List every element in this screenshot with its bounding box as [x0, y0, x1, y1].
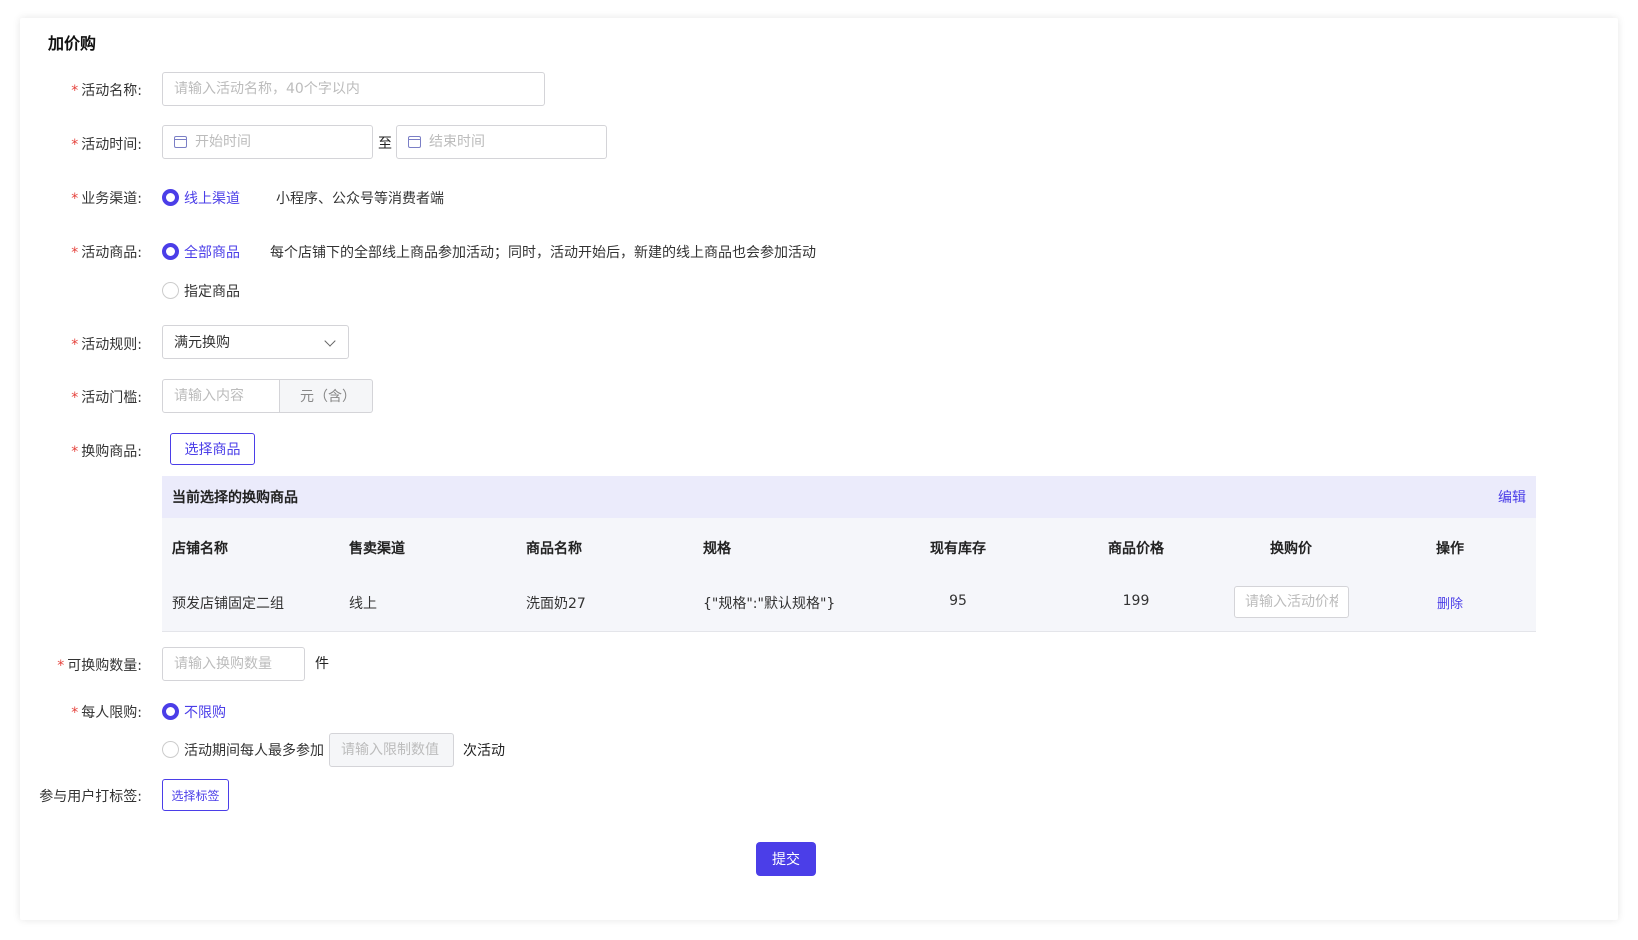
tags-label: 参与用户打标签: [39, 789, 142, 805]
cell-spec: {"规格":"默认规格"} [703, 596, 836, 612]
th-shop: 店铺名称 [172, 541, 228, 557]
delete-link[interactable]: 删除 [1437, 593, 1463, 612]
threshold-field[interactable] [162, 379, 280, 413]
th-product-name: 商品名称 [526, 541, 582, 557]
limit-none-radio[interactable] [162, 703, 179, 720]
th-spec: 规格 [703, 541, 731, 557]
quantity-label: * 可换购数量: [57, 658, 142, 674]
limit-max-label[interactable]: 活动期间每人最多参加 [184, 740, 324, 760]
rule-label: * 活动规则: [71, 337, 142, 353]
cell-product-name: 洗面奶27 [526, 596, 586, 612]
submit-button[interactable]: 提交 [756, 842, 816, 876]
limit-value-field[interactable] [329, 733, 454, 767]
edit-link[interactable]: 编辑 [1498, 487, 1526, 507]
table-title-bar: 当前选择的换购商品 编辑 [162, 476, 1536, 518]
exchange-goods-table: 当前选择的换购商品 编辑 店铺名称 售卖渠道 商品名称 规格 现有库存 商品价格… [162, 476, 1536, 632]
cell-stock: 95 [949, 593, 967, 609]
chevron-down-icon [324, 335, 336, 347]
quantity-input[interactable] [174, 656, 293, 672]
name-label: * 活动名称: [71, 83, 142, 99]
rule-select-value: 满元换购 [174, 335, 230, 351]
th-action: 操作 [1436, 541, 1464, 557]
th-exchange-price: 换购价 [1270, 541, 1312, 557]
page-title: 加价购 [48, 34, 97, 53]
cell-price: 199 [1122, 593, 1150, 609]
activity-name-input[interactable] [174, 81, 533, 97]
time-label: * 活动时间: [71, 137, 142, 153]
select-goods-button[interactable]: 选择商品 [170, 433, 255, 465]
cell-channel: 线上 [349, 596, 377, 612]
channel-label: * 业务渠道: [71, 191, 142, 207]
goods-all-label[interactable]: 全部商品 [184, 242, 240, 262]
th-stock: 现有库存 [930, 541, 986, 557]
goods-all-radio[interactable] [162, 243, 179, 260]
cell-shop: 预发店铺固定二组 [172, 596, 284, 612]
start-time-field[interactable] [162, 125, 373, 159]
limit-max-radio[interactable] [162, 741, 179, 758]
quantity-unit: 件 [315, 656, 329, 672]
channel-hint: 小程序、公众号等消费者端 [276, 191, 444, 207]
goods-hint: 每个店铺下的全部线上商品参加活动；同时，活动开始后，新建的线上商品也会参加活动 [270, 245, 816, 261]
time-separator: 至 [378, 136, 392, 152]
calendar-icon [174, 136, 187, 148]
threshold-label: * 活动门槛: [71, 390, 142, 406]
th-price: 商品价格 [1108, 541, 1164, 557]
threshold-unit-addon: 元（含） [280, 379, 373, 413]
goods-label: * 活动商品: [71, 245, 142, 261]
threshold-input[interactable] [174, 388, 268, 404]
form-card: 加价购 *活动名称: *活动时间: 至 *业务渠道: 线上渠道 小程序、公众号等… [20, 18, 1618, 920]
exchange-goods-label: * 换购商品: [71, 444, 142, 460]
end-time-input[interactable] [429, 134, 595, 150]
select-tags-button[interactable]: 选择标签 [162, 779, 229, 811]
end-time-field[interactable] [396, 125, 607, 159]
exchange-price-input[interactable] [1245, 594, 1338, 610]
limit-none-label[interactable]: 不限购 [184, 702, 226, 722]
limit-label: * 每人限购: [71, 705, 142, 721]
activity-name-field[interactable] [162, 72, 545, 106]
limit-suffix: 次活动 [463, 743, 505, 759]
channel-online-radio[interactable] [162, 189, 179, 206]
rule-select[interactable]: 满元换购 [162, 325, 349, 359]
quantity-field[interactable] [162, 647, 305, 681]
exchange-price-field[interactable] [1234, 586, 1349, 618]
th-channel: 售卖渠道 [349, 541, 405, 557]
table-title: 当前选择的换购商品 [172, 490, 298, 506]
goods-specified-radio[interactable] [162, 282, 179, 299]
goods-specified-label[interactable]: 指定商品 [184, 281, 240, 301]
calendar-icon [408, 136, 421, 148]
start-time-input[interactable] [195, 134, 361, 150]
limit-value-input[interactable] [341, 742, 442, 758]
channel-online-label[interactable]: 线上渠道 [184, 188, 240, 208]
